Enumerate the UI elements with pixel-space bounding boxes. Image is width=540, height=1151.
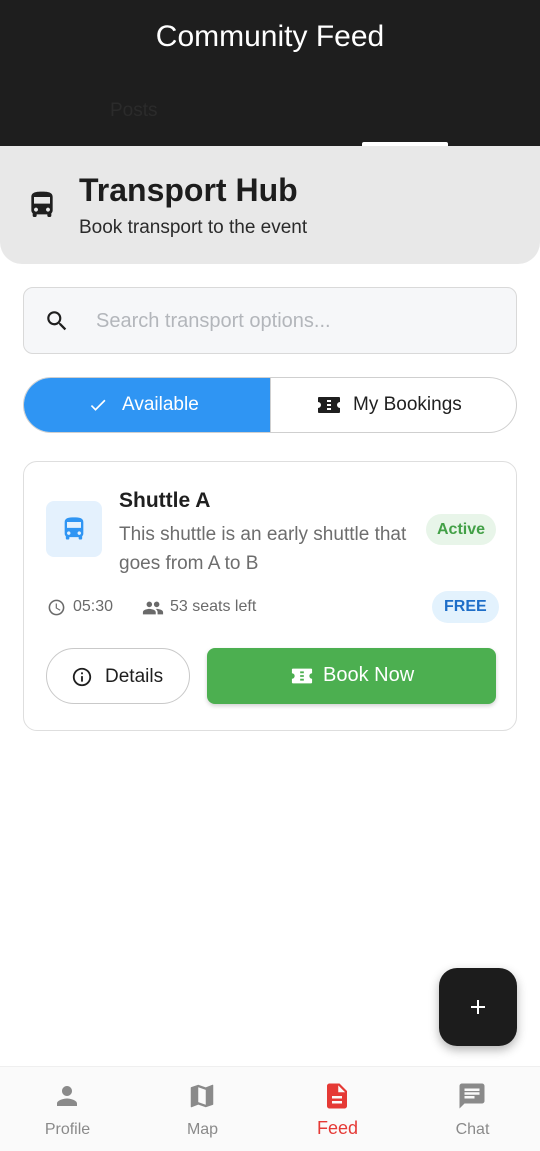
available-segment[interactable]: Available (24, 378, 270, 432)
bus-icon (31, 191, 53, 217)
add-post-button[interactable] (439, 968, 517, 1046)
nav-label-map: Map (186, 1121, 219, 1138)
search-icon (47, 311, 67, 331)
departure-time: 05:30 (73, 598, 114, 615)
bottom-navigation: Profile Map Feed Chat (0, 1066, 540, 1151)
chat-icon (459, 1083, 485, 1109)
app-bar: Community Feed Posts (0, 0, 540, 146)
hub-title: Transport Hub (79, 172, 298, 208)
available-label: Available (122, 394, 199, 415)
plus-icon (471, 1000, 485, 1014)
nav-item-profile[interactable]: Profile (0, 1067, 135, 1151)
nav-label-profile: Profile (44, 1121, 91, 1138)
transport-card: Shuttle A This shuttle is an early shutt… (23, 461, 517, 731)
my-bookings-label: My Bookings (353, 394, 462, 415)
info-icon (72, 667, 92, 687)
search-input[interactable] (96, 302, 496, 340)
transport-description: This shuttle is an early shuttle that go… (119, 524, 407, 574)
transport-hub-header: Transport Hub Book transport to the even… (0, 146, 540, 264)
people-icon (142, 601, 164, 615)
nav-item-chat[interactable]: Chat (405, 1067, 540, 1151)
nav-item-map[interactable]: Map (135, 1067, 270, 1151)
status-badge: Active (426, 514, 497, 545)
nav-item-feed[interactable]: Feed (270, 1067, 405, 1151)
seats-left: 53 seats left (170, 598, 257, 615)
details-label: Details (105, 666, 164, 687)
clock-icon (48, 599, 65, 616)
person-icon (57, 1086, 77, 1106)
my-bookings-segment[interactable]: My Bookings (270, 378, 516, 432)
search-box[interactable] (23, 287, 517, 354)
check-icon (90, 399, 106, 411)
bus-icon (64, 517, 84, 540)
ticket-icon (318, 397, 340, 413)
transport-title: Shuttle A (119, 489, 211, 512)
page-title: Community Feed (155, 20, 385, 53)
hub-subtitle: Book transport to the event (79, 217, 308, 238)
booking-filter-toggle: Available My Bookings (23, 377, 517, 433)
book-now-label: Book Now (323, 664, 415, 686)
details-button[interactable]: Details (46, 648, 190, 704)
book-now-button[interactable]: Book Now (207, 648, 496, 704)
tab-posts[interactable]: Posts (110, 100, 158, 122)
nav-label-feed: Feed (316, 1118, 359, 1138)
price-badge: FREE (432, 591, 499, 623)
map-icon (190, 1084, 214, 1108)
ticket-icon (291, 668, 313, 684)
feed-icon (327, 1083, 347, 1109)
nav-label-chat: Chat (455, 1121, 490, 1138)
transport-avatar (46, 501, 102, 557)
